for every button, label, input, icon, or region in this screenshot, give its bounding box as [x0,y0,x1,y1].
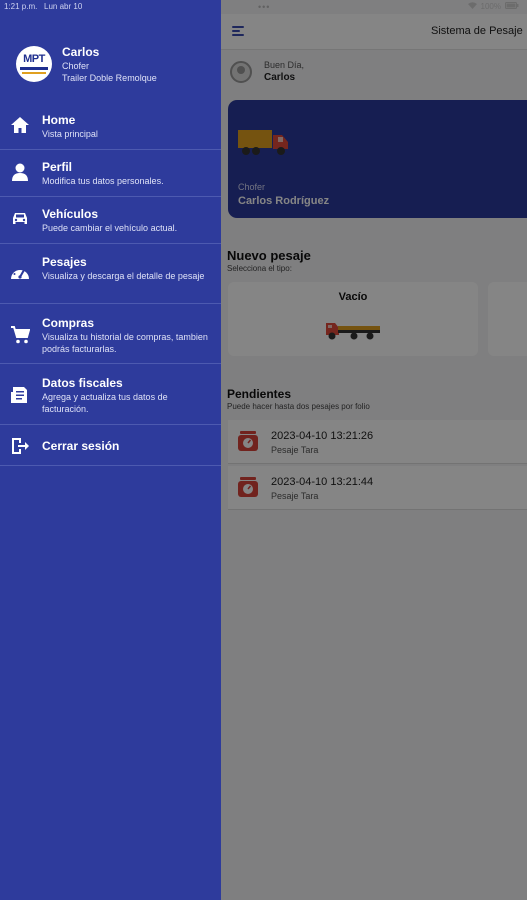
status-bar-left: 1:21 p.m. Lun abr 10 [4,2,82,11]
drawer-user-name: Carlos [62,45,100,59]
menu-item-cerrar-sesion[interactable]: Cerrar sesión [0,425,221,466]
menu-item-desc: Visualiza y descarga el detalle de pesaj… [42,271,205,281]
menu-item-label: Home [42,113,76,127]
invoice-icon [11,387,27,403]
cart-icon [11,326,30,344]
logout-icon [12,438,29,454]
menu-item-label: Pesajes [42,255,87,269]
menu-item-label: Vehículos [42,207,99,221]
company-logo: MPT [16,46,52,82]
menu-item-desc: Puede cambiar el vehículo actual. [42,223,178,233]
person-icon [12,163,28,181]
logo-text: MPT [23,53,45,65]
drawer-user-trailer: Trailer Doble Remolque [62,73,157,83]
menu-item-label: Cerrar sesión [42,439,120,453]
menu-item-perfil[interactable]: Perfil Modifica tus datos personales. [0,150,221,197]
menu-item-desc: Visualiza tu historial de compras, tambi… [42,332,208,354]
gauge-icon [11,267,29,279]
menu-item-label: Datos fiscales [42,376,123,390]
menu-item-label: Perfil [42,160,73,174]
menu-item-pesajes[interactable]: Pesajes Visualiza y descarga el detalle … [0,244,221,304]
drawer-profile: MPT Carlos Chofer Trailer Doble Remolque [0,0,221,102]
home-icon [11,117,29,133]
menu-item-vehiculos[interactable]: Vehículos Puede cambiar el vehículo actu… [0,197,221,244]
menu-item-datos-fiscales[interactable]: Datos fiscales Agrega y actualiza tus da… [0,364,221,425]
status-time: 1:21 p.m. [4,2,38,11]
drawer-user-role: Chofer [62,61,90,71]
menu-item-compras[interactable]: Compras Visualiza tu historial de compra… [0,304,221,364]
car-icon [13,213,27,224]
menu-item-label: Compras [42,316,95,330]
navigation-drawer: MPT Carlos Chofer Trailer Doble Remolque… [0,0,221,900]
status-date: Lun abr 10 [44,2,83,11]
menu-item-desc: Modifica tus datos personales. [42,176,164,186]
menu-item-desc: Agrega y actualiza tus datos de facturac… [42,392,168,414]
menu-item-home[interactable]: Home Vista principal [0,104,221,150]
menu-item-desc: Vista principal [42,129,98,139]
